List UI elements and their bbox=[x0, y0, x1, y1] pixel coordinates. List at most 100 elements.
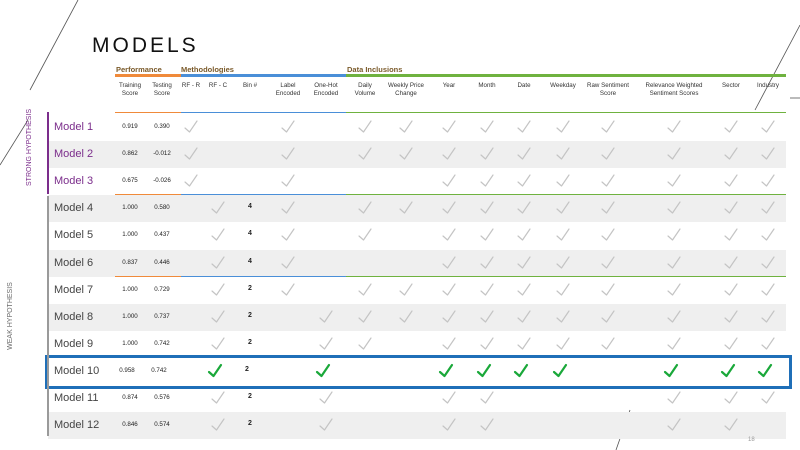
column-header-weekday: Weekday bbox=[550, 82, 576, 89]
group-performance-label: Performance bbox=[116, 65, 162, 74]
check-icon bbox=[396, 280, 416, 300]
separator-methodologies bbox=[181, 275, 346, 277]
model-name: Model 4 bbox=[54, 202, 94, 215]
testing-score: 0.390 bbox=[154, 123, 170, 130]
check-icon bbox=[664, 307, 684, 327]
check-icon bbox=[758, 198, 778, 218]
page-number: 18 bbox=[748, 437, 755, 443]
table-row: Model 12 0.846 0.574 2 bbox=[48, 412, 786, 440]
check-icon bbox=[664, 334, 684, 354]
testing-score: 0.742 bbox=[154, 339, 170, 347]
check-icon bbox=[355, 198, 375, 218]
testing-score: 0.580 bbox=[154, 204, 170, 212]
check-icon bbox=[514, 253, 534, 273]
check-icon bbox=[208, 253, 228, 273]
model-name: Model 1 bbox=[54, 121, 94, 133]
check-icon bbox=[514, 280, 534, 300]
check-icon bbox=[355, 307, 375, 327]
model-name: Model 5 bbox=[54, 229, 94, 242]
check-icon bbox=[598, 280, 618, 300]
testing-score: 0.737 bbox=[154, 312, 170, 320]
check-icon bbox=[278, 117, 298, 137]
check-icon bbox=[514, 144, 534, 164]
column-header-year: Year bbox=[442, 82, 456, 89]
check-icon bbox=[553, 144, 573, 164]
weak-group-bar bbox=[47, 196, 49, 436]
check-icon bbox=[758, 225, 778, 245]
training-score: 0.919 bbox=[122, 123, 138, 130]
testing-score: 0.729 bbox=[154, 285, 170, 293]
group-data-inclusions-label: Data Inclusions bbox=[347, 65, 403, 74]
check-icon bbox=[721, 388, 741, 408]
separator-performance bbox=[115, 275, 181, 277]
check-icon bbox=[208, 307, 228, 327]
table-row: Model 7 1.000 0.729 2 bbox=[48, 277, 786, 304]
weak-hypothesis-label: WEAK HYPOTHESIS bbox=[7, 282, 14, 350]
check-icon bbox=[278, 171, 298, 191]
check-icon bbox=[661, 361, 681, 381]
model-name: Model 12 bbox=[54, 419, 100, 432]
table-row: Model 3 0.675 -0.026 bbox=[48, 168, 786, 195]
strong-group-bar bbox=[47, 112, 49, 194]
check-icon bbox=[664, 198, 684, 218]
check-icon bbox=[664, 253, 684, 273]
check-icon bbox=[598, 225, 618, 245]
check-icon bbox=[439, 117, 459, 137]
check-icon bbox=[514, 334, 534, 354]
check-icon bbox=[278, 280, 298, 300]
check-icon bbox=[664, 225, 684, 245]
check-icon bbox=[758, 144, 778, 164]
model-name: Model 10 bbox=[54, 364, 100, 377]
bin-count: 4 bbox=[248, 257, 252, 265]
check-icon bbox=[721, 225, 741, 245]
check-icon bbox=[477, 415, 497, 435]
check-icon bbox=[721, 198, 741, 218]
testing-score: 0.742 bbox=[151, 366, 167, 374]
check-icon bbox=[553, 225, 573, 245]
check-icon bbox=[439, 198, 459, 218]
check-icon bbox=[316, 388, 336, 408]
check-icon bbox=[598, 144, 618, 164]
column-header-daily-vol: Daily Volume bbox=[354, 82, 376, 97]
check-icon bbox=[664, 171, 684, 191]
check-icon bbox=[477, 280, 497, 300]
model-name: Model 9 bbox=[54, 337, 94, 350]
check-icon bbox=[313, 361, 333, 381]
check-icon bbox=[208, 388, 228, 408]
check-icon bbox=[553, 334, 573, 354]
check-icon bbox=[355, 280, 375, 300]
check-icon bbox=[755, 361, 775, 381]
group-methodologies-label: Methodologies bbox=[181, 65, 234, 74]
column-header-bin: Bin # bbox=[242, 82, 258, 89]
check-icon bbox=[477, 253, 497, 273]
table-row: Model 10 0.958 0.742 2 bbox=[45, 354, 792, 389]
column-header-onehot: One-Hot Encoded bbox=[313, 82, 339, 97]
column-header-month: Month bbox=[478, 82, 496, 89]
column-header-train: Training Score bbox=[118, 82, 142, 97]
testing-score: 0.576 bbox=[154, 394, 170, 401]
training-score: 0.846 bbox=[122, 421, 138, 429]
check-icon bbox=[316, 307, 336, 327]
check-icon bbox=[514, 171, 534, 191]
check-icon bbox=[316, 415, 336, 435]
group-methodologies-bar bbox=[181, 74, 346, 77]
check-icon bbox=[355, 225, 375, 245]
table-row: Model 6 0.837 0.446 4 bbox=[48, 249, 786, 277]
column-header-rfr: RF - R bbox=[181, 82, 201, 89]
check-icon bbox=[758, 117, 778, 137]
table-row: Model 9 1.000 0.742 2 bbox=[48, 331, 786, 358]
column-header-label-enc: Label Encoded bbox=[275, 82, 301, 97]
training-score: 1.000 bbox=[122, 312, 138, 320]
separator-data-inclusions bbox=[346, 112, 786, 113]
check-icon bbox=[553, 307, 573, 327]
check-icon bbox=[598, 307, 618, 327]
check-icon bbox=[316, 334, 336, 354]
check-icon bbox=[664, 280, 684, 300]
check-icon bbox=[553, 280, 573, 300]
check-icon bbox=[758, 388, 778, 408]
check-icon bbox=[721, 144, 741, 164]
check-icon bbox=[598, 198, 618, 218]
strong-hypothesis-label: STRONG HYPOTHESIS bbox=[26, 108, 33, 186]
separator-performance bbox=[115, 112, 181, 113]
check-icon bbox=[553, 253, 573, 273]
